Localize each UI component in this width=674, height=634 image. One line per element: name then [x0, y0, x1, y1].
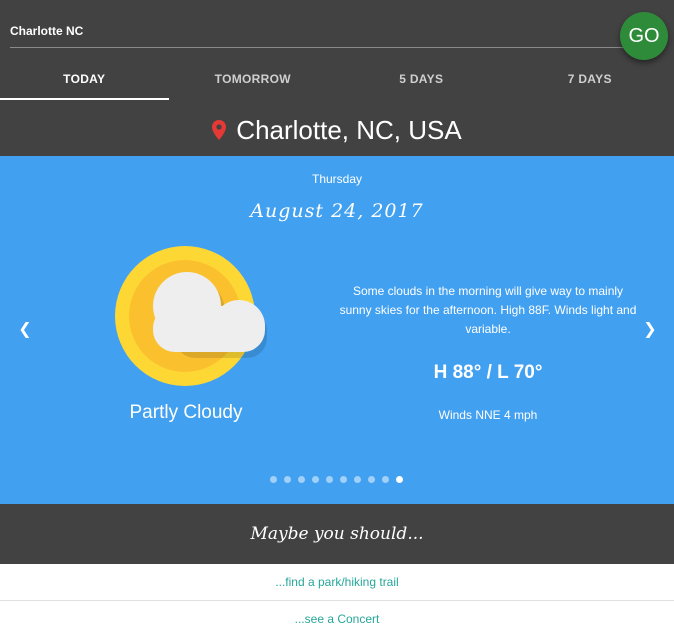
- carousel-dot[interactable]: [368, 476, 375, 483]
- forecast-card: Thursday August 24, 2017 Partly Cloudy S…: [0, 156, 674, 504]
- condition-label: Partly Cloudy: [129, 402, 243, 423]
- forecast-description: Some clouds in the morning will give way…: [339, 284, 637, 336]
- carousel-dot[interactable]: [354, 476, 361, 483]
- header: GO TODAY TOMORROW 5 DAYS 7 DAYS Charlott…: [0, 0, 674, 156]
- suggestions-list: ...find a park/hiking trail ...see a Con…: [0, 564, 674, 634]
- carousel-dots: [270, 476, 403, 483]
- carousel-dot[interactable]: [298, 476, 305, 483]
- carousel-dot[interactable]: [340, 476, 347, 483]
- forecast-tabs: TODAY TOMORROW 5 DAYS 7 DAYS: [0, 60, 674, 100]
- chevron-left-icon[interactable]: ❮: [15, 320, 35, 340]
- carousel-dot[interactable]: [312, 476, 319, 483]
- forecast-date: August 24, 2017: [250, 200, 424, 222]
- tab-tomorrow[interactable]: TOMORROW: [169, 60, 338, 100]
- tab-5-days[interactable]: 5 DAYS: [337, 60, 506, 100]
- suggestions-title: Maybe you should...: [250, 524, 424, 544]
- tab-7-days[interactable]: 7 DAYS: [506, 60, 674, 100]
- temperature-range: H 88° / L 70°: [433, 362, 543, 383]
- search-input[interactable]: [10, 16, 624, 46]
- carousel-dot[interactable]: [284, 476, 291, 483]
- carousel-dot[interactable]: [396, 476, 403, 483]
- forecast-day: Thursday: [311, 172, 363, 186]
- chevron-right-icon[interactable]: ❯: [640, 320, 660, 340]
- carousel-dot[interactable]: [270, 476, 277, 483]
- carousel-dot[interactable]: [382, 476, 389, 483]
- search-field[interactable]: [10, 16, 624, 48]
- suggestions-header: Maybe you should...: [0, 504, 674, 564]
- location-header: Charlotte, NC, USA: [0, 110, 674, 150]
- map-pin-icon: [212, 120, 227, 140]
- suggestion-item-concert[interactable]: ...see a Concert: [0, 601, 674, 634]
- go-button[interactable]: GO: [620, 12, 668, 60]
- wind-info: Winds NNE 4 mph: [438, 408, 538, 422]
- suggestion-item-park[interactable]: ...find a park/hiking trail: [0, 564, 674, 601]
- partly-cloudy-icon: [115, 246, 267, 386]
- location-name: Charlotte, NC, USA: [236, 114, 462, 145]
- carousel-dot[interactable]: [326, 476, 333, 483]
- tab-today[interactable]: TODAY: [0, 60, 169, 100]
